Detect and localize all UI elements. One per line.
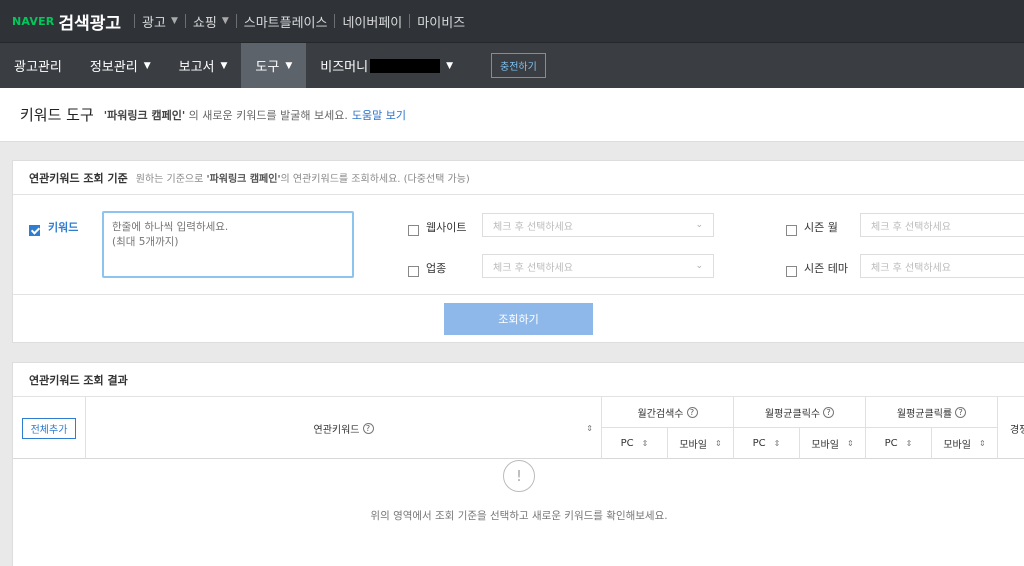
- season-month-label: 시즌 월: [804, 221, 838, 234]
- season-theme-select[interactable]: 체크 후 선택하세요: [860, 254, 1024, 278]
- col-clicks-mobile[interactable]: 모바일 ⇕: [799, 428, 865, 459]
- keyword-input[interactable]: [102, 211, 354, 278]
- sort-icon: ⇕: [714, 439, 722, 448]
- chevron-down-icon: ⌄: [695, 220, 703, 230]
- topnav-naverpay[interactable]: 네이버페이: [342, 12, 402, 31]
- help-icon[interactable]: ?: [955, 406, 967, 418]
- col-ctr-pc[interactable]: PC ⇕: [865, 428, 931, 459]
- results-header: 연관키워드 조회 결과: [13, 363, 1024, 397]
- criteria-title: 연관키워드 조회 기준: [29, 171, 128, 185]
- page-title: 키워드 도구: [20, 106, 94, 124]
- redacted-block: [370, 58, 441, 73]
- query-row: 조회하기: [13, 295, 1024, 343]
- chevron-down-icon: ▼: [170, 16, 178, 26]
- chevron-down-icon: ⌄: [695, 261, 703, 271]
- query-button[interactable]: 조회하기: [444, 303, 593, 335]
- sort-icon: ⇕: [846, 439, 854, 448]
- exclamation-icon: !: [503, 460, 535, 492]
- checkbox-icon: [408, 266, 419, 277]
- industry-label: 업종: [426, 262, 447, 275]
- page-header: 키워드 도구 '파워링크 캠페인' 의 새로운 키워드를 발굴해 보세요. 도움…: [0, 88, 1024, 142]
- website-select[interactable]: 체크 후 선택하세요 ⌄: [482, 213, 714, 237]
- col-monthly-search: 월간검색수?: [601, 397, 733, 428]
- season-theme-checkbox[interactable]: [786, 261, 797, 280]
- top-bar: NAVER 검색광고 광고 ▼ 쇼핑 ▼ 스마트플레이스 네이버페이 마이비즈: [0, 0, 1024, 42]
- divider: [134, 14, 136, 28]
- checkbox-icon: [786, 266, 797, 277]
- nav-reports[interactable]: 보고서 ▼: [165, 43, 242, 88]
- website-checkbox[interactable]: [408, 220, 419, 239]
- results-title: 연관키워드 조회 결과: [29, 373, 128, 387]
- main-nav: 광고관리 정보관리 ▼ 보고서 ▼ 도구 ▼ 비즈머니 ▼ 충전하기: [0, 42, 1024, 88]
- nav-info-management[interactable]: 정보관리 ▼: [76, 43, 165, 88]
- season-month-checkbox[interactable]: [786, 220, 797, 239]
- topnav-smartplace[interactable]: 스마트플레이스: [244, 12, 328, 31]
- page-description: '파워링크 캠페인' 의 새로운 키워드를 발굴해 보세요.: [103, 108, 348, 122]
- col-search-pc[interactable]: PC ⇕: [601, 428, 667, 459]
- criteria-panel: 연관키워드 조회 기준 원하는 기준으로 '파워링크 캠페인'의 연관키워드를 …: [12, 160, 1024, 343]
- sort-icon: ⇕: [978, 439, 986, 448]
- results-table-header: 전체추가 연관키워드? ⇕ 월간검색수? 월평균클릭수? 월평균클릭률? 경쟁 …: [13, 397, 1024, 459]
- checkbox-icon: [408, 225, 419, 236]
- season-theme-label: 시즌 테마: [804, 262, 848, 275]
- checkbox-checked-icon: [29, 225, 40, 236]
- sort-icon: ⇕: [641, 439, 649, 448]
- help-icon[interactable]: ?: [362, 422, 374, 434]
- sort-icon: ⇕: [905, 439, 913, 448]
- empty-message: 위의 영역에서 조회 기준을 선택하고 새로운 키워드를 확인해보세요.: [370, 510, 668, 522]
- divider: [409, 14, 411, 28]
- app-title: 검색광고: [58, 13, 122, 34]
- topnav-mybiz[interactable]: 마이비즈: [417, 12, 465, 31]
- divider: [184, 14, 186, 28]
- industry-checkbox[interactable]: [408, 261, 419, 280]
- chevron-down-icon: ▼: [446, 60, 454, 71]
- nav-ad-management[interactable]: 광고관리: [0, 43, 76, 88]
- chevron-down-icon: ▼: [285, 60, 293, 71]
- chevron-down-icon: ▼: [221, 16, 229, 26]
- col-ctr-mobile[interactable]: 모바일 ⇕: [931, 428, 997, 459]
- sort-icon: ⇕: [773, 439, 781, 448]
- divider: [235, 14, 237, 28]
- empty-state: ! 위의 영역에서 조회 기준을 선택하고 새로운 키워드를 확인해보세요.: [13, 460, 1024, 523]
- topnav-ads[interactable]: 광고 ▼: [142, 12, 178, 31]
- divider: [334, 14, 336, 28]
- add-all-button[interactable]: 전체추가: [21, 417, 77, 439]
- top-nav: 광고 ▼ 쇼핑 ▼ 스마트플레이스 네이버페이 마이비즈: [127, 12, 465, 31]
- chevron-down-icon: ▼: [143, 60, 151, 71]
- help-icon[interactable]: ?: [686, 406, 698, 418]
- keyword-checkbox[interactable]: [29, 220, 40, 239]
- nav-tools[interactable]: 도구 ▼: [241, 43, 307, 88]
- website-label: 웹사이트: [426, 221, 467, 234]
- brand-logo[interactable]: NAVER 검색광고: [0, 9, 121, 34]
- help-icon[interactable]: ?: [823, 406, 835, 418]
- col-avg-clicks: 월평균클릭수?: [733, 397, 865, 428]
- col-competition[interactable]: 경쟁: [997, 397, 1024, 459]
- naver-logo: NAVER: [12, 14, 55, 28]
- col-clicks-pc[interactable]: PC ⇕: [733, 428, 799, 459]
- topnav-shopping[interactable]: 쇼핑 ▼: [193, 12, 229, 31]
- industry-select[interactable]: 체크 후 선택하세요 ⌄: [482, 254, 714, 278]
- checkbox-icon: [786, 225, 797, 236]
- season-month-select[interactable]: 체크 후 선택하세요: [860, 213, 1024, 237]
- nav-bizmoney[interactable]: 비즈머니 ▼: [306, 43, 467, 88]
- criteria-body: 키워드 웹사이트 체크 후 선택하세요⌄ 업종 체크 후 선택하세요⌄ 시즌 월…: [13, 195, 1024, 295]
- sort-icon[interactable]: ⇕: [586, 424, 593, 433]
- results-panel: 연관키워드 조회 결과 전체추가 연관키워드? ⇕ 월간검색수? 월평균클릭수?…: [12, 362, 1024, 566]
- add-all-cell: 전체추가: [13, 397, 85, 459]
- chevron-down-icon: ▼: [220, 60, 228, 71]
- criteria-header: 연관키워드 조회 기준 원하는 기준으로 '파워링크 캠페인'의 연관키워드를 …: [13, 161, 1024, 195]
- keyword-label: 키워드: [48, 221, 79, 234]
- help-link[interactable]: 도움말 보기: [352, 107, 406, 123]
- col-search-mobile[interactable]: 모바일 ⇕: [667, 428, 733, 459]
- charge-button[interactable]: 충전하기: [491, 53, 546, 78]
- criteria-description: 원하는 기준으로 '파워링크 캠페인'의 연관키워드를 조회하세요. (다중선택…: [135, 174, 470, 185]
- col-keyword[interactable]: 연관키워드? ⇕: [85, 397, 601, 459]
- col-avg-ctr: 월평균클릭률?: [865, 397, 997, 428]
